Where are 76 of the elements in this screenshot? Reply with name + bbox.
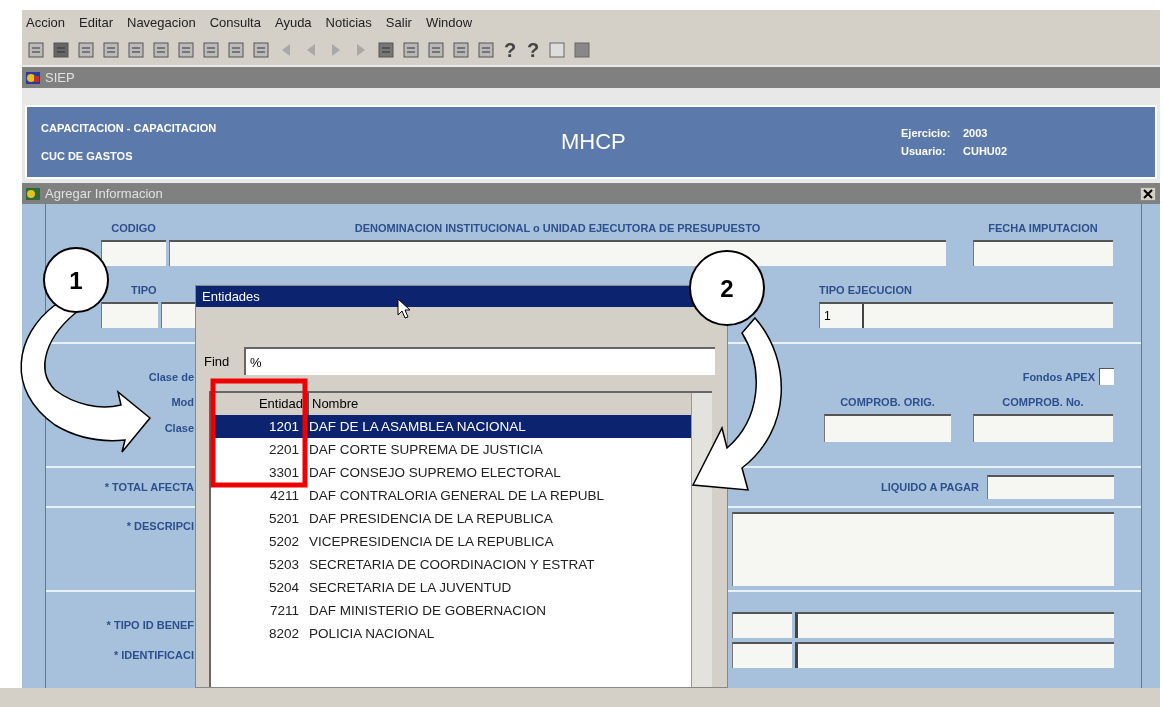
field-label: LIQUIDO A PAGAR xyxy=(881,481,979,493)
document-icon[interactable] xyxy=(126,40,146,60)
find-field[interactable]: % xyxy=(244,347,715,375)
document-icon[interactable] xyxy=(451,40,471,60)
header-label: Ejercicio: xyxy=(901,127,952,139)
field-label: TIPO xyxy=(130,284,157,296)
callout-number: 1 xyxy=(43,247,109,313)
list-row[interactable]: 4211 DAF CONTRALORIA GENERAL DE LA REPUBL xyxy=(211,484,609,507)
field-label: Clase xyxy=(163,422,194,434)
checkbox[interactable] xyxy=(1099,368,1114,385)
help-button[interactable]: ? xyxy=(501,38,519,62)
header-value: 2003 xyxy=(963,127,988,139)
field-label: FECHA IMPUTACION xyxy=(987,222,1099,234)
close-icon[interactable] xyxy=(1140,186,1156,201)
input-field[interactable] xyxy=(732,642,792,668)
scrollbar[interactable] xyxy=(691,393,712,687)
list-row[interactable]: 5204 SECRETARIA DE LA JUVENTUD xyxy=(211,576,516,599)
document-icon[interactable] xyxy=(226,40,246,60)
menu-item[interactable]: Accion xyxy=(26,15,66,30)
header-logo-text: MHCP xyxy=(561,129,627,155)
list-row[interactable]: 8202 POLICIA NACIONAL xyxy=(211,622,439,645)
field-label: * TOTAL AFECTA xyxy=(103,481,194,493)
field-label: COMPROB. ORIG. xyxy=(839,395,936,408)
field-label: TIPO EJECUCION xyxy=(819,284,913,296)
help-button[interactable]: ? xyxy=(524,38,542,62)
menu-item[interactable]: Consulta xyxy=(209,15,261,30)
app-icon xyxy=(25,69,41,86)
document-icon[interactable] xyxy=(201,40,221,60)
find-label: Find xyxy=(204,353,231,369)
list-row[interactable]: 5203 SECRETARIA DE COORDINACION Y ESTRAT xyxy=(211,553,599,576)
mouse-cursor-icon xyxy=(397,298,411,320)
input-field[interactable] xyxy=(101,240,166,266)
field-label: CODIGO xyxy=(110,222,157,234)
input-field[interactable] xyxy=(973,240,1113,266)
column-header[interactable]: Nombre xyxy=(309,393,692,415)
input-field[interactable]: 1 xyxy=(819,302,1113,328)
list-row[interactable]: 7211 DAF MINISTERIO DE GOBERNACION xyxy=(211,599,551,622)
form-icon xyxy=(25,185,41,202)
input-field[interactable] xyxy=(795,612,1114,638)
menu-item[interactable]: Editar xyxy=(79,15,113,30)
text-area[interactable] xyxy=(732,512,1114,586)
field-label: COMPROB. No. xyxy=(1001,395,1085,408)
window-title: SIEP xyxy=(45,70,75,85)
window-title: Agregar Informacion xyxy=(45,186,163,201)
header-value: CUHU02 xyxy=(963,145,1007,157)
field-label: DENOMINACION INSTITUCIONAL o UNIDAD EJECUTORA DE PRESUPUESTO xyxy=(353,222,762,234)
input-field[interactable] xyxy=(732,612,792,638)
field-label: Clase de xyxy=(147,370,194,383)
input-field[interactable] xyxy=(795,642,1114,668)
field-label: Mod xyxy=(170,395,194,408)
header-label: Usuario: xyxy=(901,145,947,157)
field-label: * DESCRIPCI xyxy=(125,520,194,532)
input-field[interactable] xyxy=(169,240,946,266)
dialog-title: Entidades xyxy=(202,289,260,304)
field-label: * TIPO ID BENEF xyxy=(105,619,194,631)
callout-number: 2 xyxy=(689,250,765,326)
field-label: * IDENTIFICACI xyxy=(112,649,194,661)
menu-item[interactable]: Navegacion xyxy=(127,15,196,30)
header-subtitle: CUC DE GASTOS xyxy=(41,150,134,162)
input-field[interactable] xyxy=(824,414,951,442)
document-icon[interactable] xyxy=(476,40,496,60)
menu-item[interactable]: Ayuda xyxy=(274,15,312,30)
box-icon[interactable] xyxy=(547,40,567,60)
header-title: CAPACITACION - CAPACITACION xyxy=(41,122,218,134)
menu-item[interactable]: Salir xyxy=(385,15,412,30)
input-field[interactable] xyxy=(987,475,1114,499)
checkbox-label: Fondos APEX xyxy=(1022,370,1095,383)
document-icon[interactable] xyxy=(401,40,421,60)
document-icon[interactable] xyxy=(251,40,271,60)
list-row[interactable]: 5201 DAF PRESIDENCIA DE LA REPUBLICA xyxy=(211,507,557,530)
list-row[interactable]: 5202 VICEPRESIDENCIA DE LA REPUBLICA xyxy=(211,530,558,553)
input-field[interactable] xyxy=(973,414,1113,442)
menu-item[interactable]: Window xyxy=(425,15,473,30)
menu-item[interactable]: Noticias xyxy=(325,15,372,30)
input-field[interactable] xyxy=(101,302,158,328)
document-icon[interactable] xyxy=(426,40,446,60)
